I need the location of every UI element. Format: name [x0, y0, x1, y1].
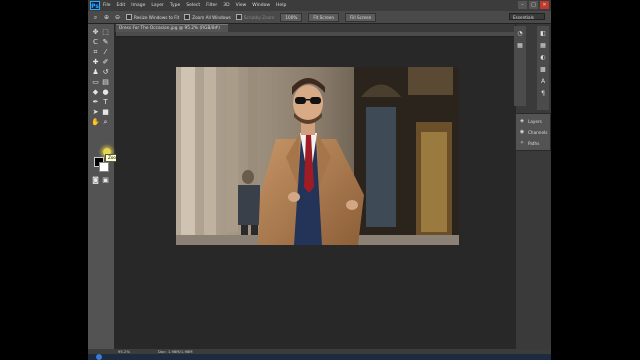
menu-filter[interactable]: Filter [206, 3, 217, 8]
hand-tool-icon[interactable]: ✋ [91, 118, 100, 127]
document-image[interactable] [176, 67, 459, 245]
gradient-tool-icon[interactable]: ▤ [101, 78, 110, 87]
paragraph-panel-icon[interactable]: ¶ [539, 90, 547, 98]
maximize-button[interactable]: □ [529, 1, 538, 9]
zoom-out-icon[interactable]: ⊖ [114, 14, 121, 21]
channels-tab[interactable]: ◉ Channels [519, 128, 548, 136]
close-button[interactable]: ✕ [540, 1, 549, 9]
lasso-tool-icon[interactable]: ᑕ [91, 38, 100, 47]
resize-windows-checkbox[interactable] [126, 14, 132, 20]
scrubby-zoom-checkbox[interactable] [235, 14, 242, 20]
menu-bar: Ps File Edit Image Layer Type Select Fil… [88, 0, 551, 11]
zoom-all-checkbox[interactable] [184, 14, 191, 20]
menu-view[interactable]: View [236, 3, 247, 8]
tools-panel: ✥ ⬚ ᑕ ✎ ⌗ ⁄ ✚ ✐ ♟ ↺ ▭ ▤ ◆ ● ✒ T ➤ ■ ✋ ⌕ … [88, 24, 141, 349]
blur-tool-icon[interactable]: ◆ [91, 88, 100, 97]
character-panel-icon[interactable]: A [539, 78, 547, 86]
menu-edit[interactable]: Edit [117, 3, 126, 8]
zoom-all-label: Zoom All Windows [192, 14, 231, 20]
screen-mode-icon[interactable]: ▣ [101, 176, 110, 185]
document-tab[interactable]: Dress For The Occasion.jpg @ 95.2% (RGB/… [116, 24, 228, 32]
menu-select[interactable]: Select [186, 3, 200, 8]
start-button-icon[interactable] [96, 354, 102, 360]
menu-3d[interactable]: 3D [223, 3, 229, 8]
layers-panel-group: ◈ Layers ◉ Channels ✧ Paths [515, 113, 551, 151]
paths-icon: ✧ [519, 140, 525, 146]
eraser-tool-icon[interactable]: ▭ [91, 78, 100, 87]
fit-screen-button[interactable]: Fit Screen [308, 12, 340, 22]
menu-image[interactable]: Image [131, 3, 145, 8]
path-select-tool-icon[interactable]: ➤ [91, 108, 100, 117]
pen-tool-icon[interactable]: ✒ [91, 98, 100, 107]
minimize-button[interactable]: – [518, 1, 527, 9]
history-brush-tool-icon[interactable]: ↺ [101, 68, 110, 77]
properties-panel-icon[interactable]: ▦ [516, 42, 524, 50]
paths-label: Paths [528, 140, 540, 146]
color-panel-icon[interactable]: ◧ [539, 30, 547, 38]
healing-tool-icon[interactable]: ✚ [91, 58, 100, 67]
quick-select-tool-icon[interactable]: ✎ [101, 38, 110, 47]
layers-tab[interactable]: ◈ Layers [519, 117, 542, 125]
window-controls: – □ ✕ [518, 1, 549, 9]
adjustments-panel-icon[interactable]: ◐ [539, 54, 547, 62]
zoom-100-button[interactable]: 100% [280, 12, 303, 22]
resize-windows-label: Resize Windows to Fit [134, 14, 180, 20]
street-photo-illustration [176, 67, 459, 245]
shape-tool-icon[interactable]: ■ [101, 108, 110, 117]
menu-type[interactable]: Type [170, 3, 180, 8]
quick-mask-icon[interactable]: ◙ [91, 176, 100, 185]
photoshop-window: Ps File Edit Image Layer Type Select Fil… [88, 0, 551, 360]
menu-layer[interactable]: Layer [151, 3, 164, 8]
marquee-tool-icon[interactable]: ⬚ [101, 28, 110, 37]
collapsed-panel-icons-secondary: ◧ ▦ ◐ ▩ A ¶ [537, 26, 549, 110]
eyedropper-tool-icon[interactable]: ⁄ [101, 48, 110, 57]
styles-panel-icon[interactable]: ▩ [539, 66, 547, 74]
photoshop-logo: Ps [90, 1, 100, 10]
taskbar [88, 354, 551, 360]
channels-label: Channels [528, 129, 548, 135]
swatches-panel-icon[interactable]: ▦ [539, 42, 547, 50]
workspace-select[interactable]: Essentials [509, 13, 545, 20]
layers-label: Layers [528, 118, 542, 124]
type-tool-icon[interactable]: T [101, 98, 110, 107]
crop-tool-icon[interactable]: ⌗ [91, 48, 100, 57]
menu-help[interactable]: Help [276, 3, 286, 8]
paths-tab[interactable]: ✧ Paths [519, 139, 540, 147]
menu-window[interactable]: Window [252, 3, 270, 8]
clone-stamp-tool-icon[interactable]: ♟ [91, 68, 100, 77]
zoom-tool-panel-icon[interactable]: ⌕ [101, 118, 110, 127]
scrubby-zoom-label: Scrubby Zoom [243, 14, 275, 20]
zoom-in-icon[interactable]: ⊕ [103, 14, 110, 21]
fill-screen-button[interactable]: Fill Screen [345, 12, 377, 22]
layers-icon: ◈ [520, 118, 524, 124]
zoom-tool-icon[interactable]: ⌕ [92, 14, 99, 21]
history-panel-icon[interactable]: ◔ [516, 30, 524, 38]
channels-icon: ◉ [519, 129, 525, 135]
options-bar: ⌕ ⊕ ⊖ Resize Windows to Fit Zoom All Win… [88, 11, 551, 24]
background-color-swatch[interactable] [99, 162, 109, 172]
menu-file[interactable]: File [103, 3, 111, 8]
brush-tool-icon[interactable]: ✐ [101, 58, 110, 67]
dodge-tool-icon[interactable]: ● [101, 88, 110, 97]
move-tool-icon[interactable]: ✥ [91, 28, 100, 37]
collapsed-panel-icons: ◔ ▦ [514, 26, 526, 106]
